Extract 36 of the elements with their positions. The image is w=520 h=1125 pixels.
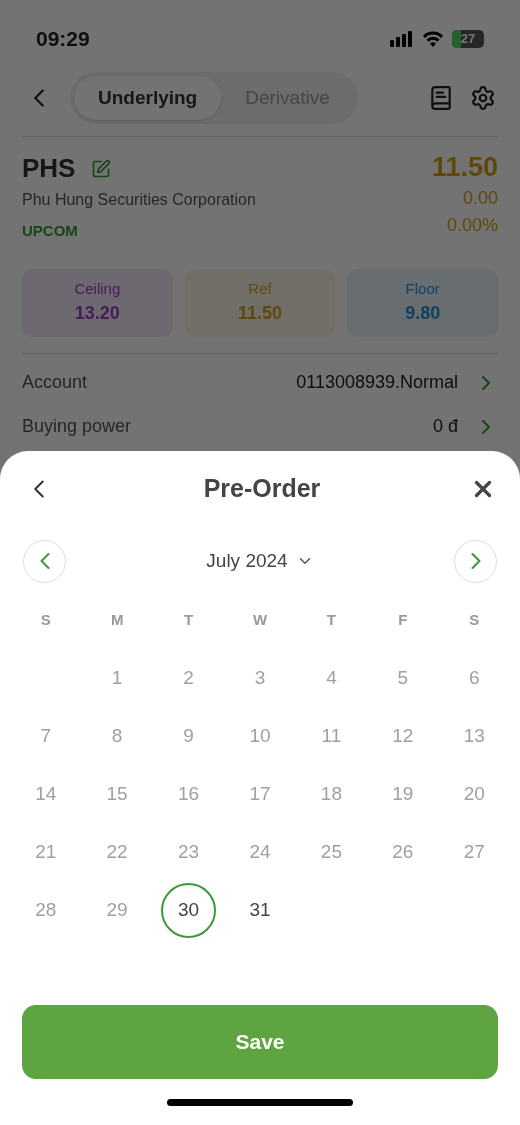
percent-change: 0.00% [446, 214, 498, 237]
edit-icon[interactable] [91, 158, 112, 179]
company-name: Phu Hung Securities Corporation [22, 190, 256, 210]
price-card-value: 11.50 [237, 302, 282, 326]
info-label: Account [22, 371, 89, 394]
wifi-icon [422, 31, 444, 47]
signal-icon [390, 31, 414, 47]
price-card-value: 13.20 [74, 302, 120, 326]
weekday-label: T [182, 610, 195, 630]
info-value: 0113008939.Normal [296, 371, 458, 394]
segment-tab[interactable]: Underlying [74, 75, 222, 121]
month-selector[interactable]: July 2024 [206, 546, 314, 576]
calendar-day[interactable]: 30 [161, 883, 217, 938]
weekday-label: S [468, 610, 481, 630]
price-change: 0.00 [462, 187, 498, 210]
sheet-title: Pre-Order [203, 473, 321, 505]
weekday-label: M [109, 610, 125, 630]
price-card-value: 9.80 [405, 302, 441, 326]
weekday-label: T [325, 610, 337, 630]
info-value: 0 đ [432, 415, 458, 438]
settings-icon[interactable] [470, 85, 496, 111]
exchange-label: UPCOM [22, 221, 79, 241]
weekday-label: S [39, 610, 52, 630]
status-time: 09:29 [36, 26, 90, 53]
price-card-label: Floor [405, 278, 440, 299]
save-button[interactable]: Save [22, 1005, 498, 1079]
stock-symbol: PHS [22, 152, 76, 185]
calendar-day[interactable]: 31 [232, 883, 288, 938]
info-label: Buying power [22, 415, 133, 438]
battery-level: 27 [460, 30, 476, 48]
weekday-label: W [251, 610, 269, 630]
book-icon[interactable] [428, 85, 454, 111]
price-card-label: Ref [248, 278, 272, 299]
price-card-label: Ceiling [74, 278, 121, 299]
price-value: 11.50 [431, 151, 498, 184]
weekday-label: F [397, 610, 409, 630]
